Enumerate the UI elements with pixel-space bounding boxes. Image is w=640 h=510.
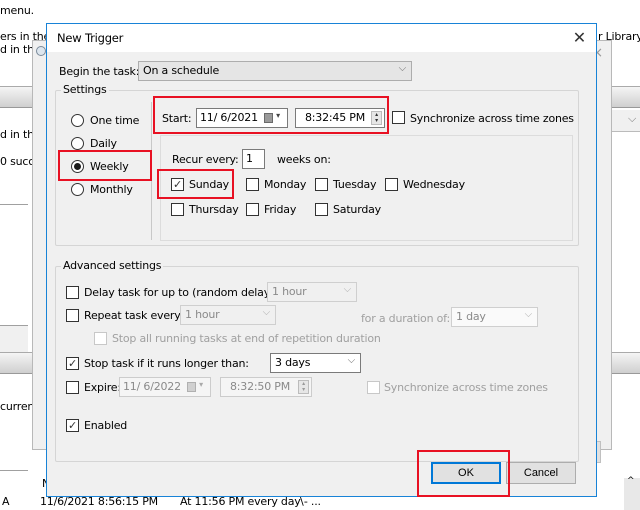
bg-text-line3: d in th: [0, 43, 34, 56]
recur-every-label: Recur every:: [172, 153, 239, 166]
stop-all-running-checkbox[interactable]: [94, 332, 107, 345]
spinner-icon[interactable]: ▴ ▾: [298, 380, 309, 394]
sunday-checkbox[interactable]: ✓: [171, 178, 184, 191]
day-label: Tuesday: [333, 178, 377, 191]
radio-label: Monthly: [90, 183, 133, 196]
thursday-checkbox[interactable]: [171, 203, 184, 216]
chevron-down-icon: ⌵: [398, 63, 407, 74]
title-bar: New Trigger ✕: [47, 24, 596, 52]
cancel-button[interactable]: Cancel: [506, 462, 576, 484]
stop-longer-dropdown[interactable]: 3 days ⌵: [270, 353, 361, 373]
saturday-checkbox[interactable]: [315, 203, 328, 216]
radio-one-time[interactable]: [71, 114, 84, 127]
stop-all-running-label: Stop all running tasks at end of repetit…: [112, 332, 381, 345]
enabled-label: Enabled: [84, 419, 128, 432]
day-label: Sunday: [189, 178, 229, 191]
expire-date-value: 11/ 6/2022: [123, 380, 181, 393]
start-date-value: 11/ 6/2021: [200, 111, 258, 124]
recur-every-input[interactable]: 1: [242, 149, 265, 169]
enabled-checkbox[interactable]: ✓: [66, 419, 79, 432]
repeat-value: 1 hour: [185, 308, 220, 321]
stop-longer-checkbox[interactable]: ✓: [66, 357, 79, 370]
clock-icon: [36, 46, 46, 56]
expire-time-picker[interactable]: 8:32:50 PM ▴ ▾: [220, 377, 312, 397]
repeat-dropdown[interactable]: 1 hour ⌵: [180, 305, 276, 325]
spinner-icon[interactable]: ▴ ▾: [371, 111, 382, 125]
ok-button[interactable]: OK: [431, 462, 501, 484]
dialog-title: New Trigger: [57, 31, 124, 45]
calendar-icon[interactable]: ▾: [264, 111, 280, 123]
bg-text-top: menu.: [0, 4, 34, 17]
bg-text-side3: curren: [0, 400, 35, 413]
expire-date-picker[interactable]: 11/ 6/2022 ▾: [119, 377, 211, 397]
bg-chevron-icon: ⌵: [628, 112, 637, 125]
advanced-settings-label: Advanced settings: [61, 259, 164, 272]
radio-label: Daily: [90, 137, 117, 150]
chevron-down-icon: ⌵: [262, 307, 271, 318]
day-label: Thursday: [189, 203, 239, 216]
start-time-picker[interactable]: 8:32:45 PM ▴ ▾: [295, 108, 385, 128]
day-label: Monday: [264, 178, 307, 191]
monday-checkbox[interactable]: [246, 178, 259, 191]
expire-checkbox[interactable]: [66, 381, 79, 394]
bg-header-bar-right: [612, 86, 640, 108]
calendar-icon[interactable]: ▾: [187, 380, 203, 392]
radio-label: One time: [90, 114, 140, 127]
weeks-on-label: weeks on:: [277, 153, 331, 166]
begin-task-label: Begin the task:: [59, 65, 140, 78]
chevron-down-icon: ⌵: [343, 284, 352, 295]
radio-label: Weekly: [90, 160, 129, 173]
bg-text-side1: d in th: [0, 128, 34, 141]
radio-monthly[interactable]: [71, 183, 84, 196]
delay-task-label: Delay task for up to (random delay):: [84, 286, 278, 299]
bg-header-bar-left-2: [0, 352, 32, 374]
day-label: Saturday: [333, 203, 381, 216]
sync-timezones-label: Synchronize across time zones: [410, 112, 574, 125]
expire-label: Expire:: [84, 381, 121, 394]
start-time-value: 8:32:45 PM: [305, 111, 366, 124]
bg-header-bar-right-2: [612, 352, 640, 374]
new-trigger-dialog: New Trigger ✕ Begin the task: On a sched…: [46, 23, 597, 497]
delay-dropdown[interactable]: 1 hour ⌵: [267, 282, 357, 302]
settings-separator: [151, 102, 152, 240]
friday-checkbox[interactable]: [246, 203, 259, 216]
tuesday-checkbox[interactable]: [315, 178, 328, 191]
start-date-picker[interactable]: 11/ 6/2021 ▾: [196, 108, 288, 128]
close-icon[interactable]: ✕: [573, 28, 586, 47]
chevron-down-icon: ⌵: [347, 355, 356, 366]
expire-time-value: 8:32:50 PM: [230, 380, 291, 393]
sync-timezones-checkbox[interactable]: [392, 111, 405, 124]
duration-value: 1 day: [456, 310, 486, 323]
wednesday-checkbox[interactable]: [385, 178, 398, 191]
expire-sync-label: Synchronize across time zones: [384, 381, 548, 394]
bg-header-bar-left: [0, 86, 32, 108]
bg-row-col1: A: [2, 495, 10, 508]
expire-sync-checkbox[interactable]: [367, 381, 380, 394]
radio-daily[interactable]: [71, 137, 84, 150]
start-label: Start:: [162, 112, 192, 125]
delay-task-checkbox[interactable]: [66, 286, 79, 299]
stop-longer-value: 3 days: [275, 356, 311, 369]
bg-text-side2: 0 succ: [0, 155, 35, 168]
repeat-task-label: Repeat task every:: [84, 309, 184, 322]
bg-divider: [0, 204, 28, 205]
scroll-up-icon[interactable]: ^: [627, 476, 635, 486]
bg-panel-strip: [0, 326, 28, 352]
stop-longer-label: Stop task if it runs longer than:: [84, 357, 249, 370]
chevron-down-icon: ⌵: [524, 309, 533, 320]
recur-every-value: 1: [246, 152, 253, 165]
settings-group-label: Settings: [61, 83, 109, 96]
bg-divider: [0, 470, 28, 471]
begin-task-dropdown[interactable]: On a schedule ⌵: [138, 61, 412, 81]
duration-label: for a duration of:: [361, 312, 450, 325]
repeat-task-checkbox[interactable]: [66, 309, 79, 322]
duration-dropdown[interactable]: 1 day ⌵: [451, 307, 538, 327]
radio-weekly[interactable]: [71, 160, 84, 173]
begin-task-value: On a schedule: [143, 64, 220, 77]
delay-value: 1 hour: [272, 285, 307, 298]
day-label: Wednesday: [403, 178, 465, 191]
day-label: Friday: [264, 203, 297, 216]
